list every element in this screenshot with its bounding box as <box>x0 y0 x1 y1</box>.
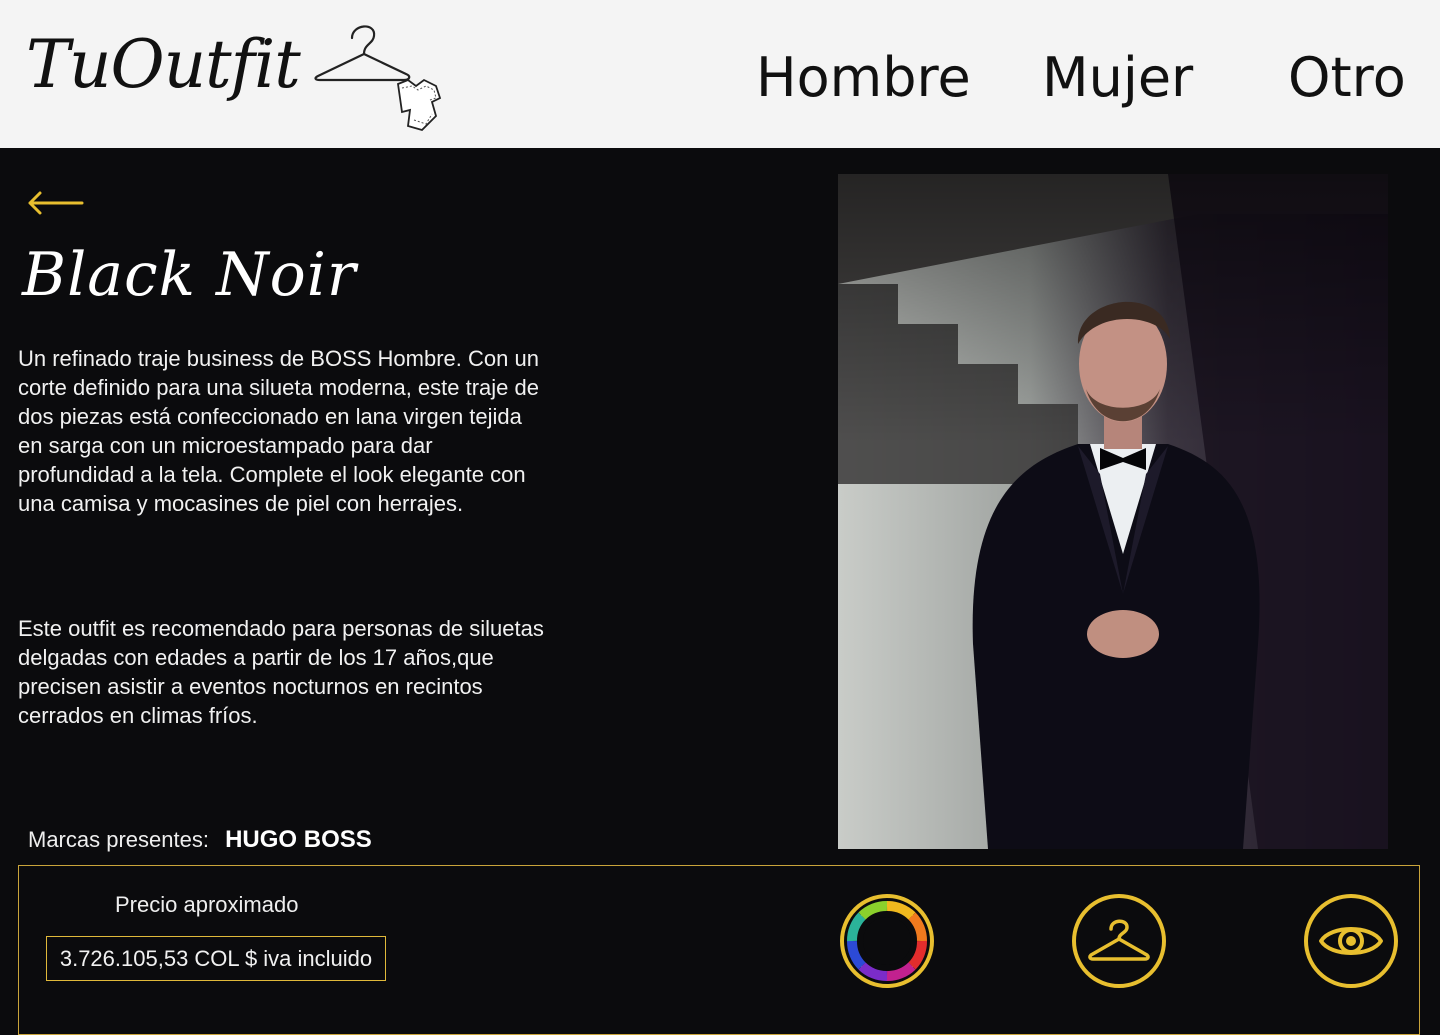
header: TuOutfit Hombre Mujer Otro <box>0 0 1440 148</box>
price-value: 3.726.105,53 COL $ iva incluido <box>46 936 386 981</box>
hanger-logo-icon <box>314 25 442 132</box>
outfit-title: Black Noir <box>22 240 357 310</box>
nav-hombre[interactable]: Hombre <box>756 46 971 109</box>
back-arrow-icon[interactable] <box>26 186 86 220</box>
price-panel: Precio aproximado 3.726.105,53 COL $ iva… <box>18 865 1420 1035</box>
nav-mujer[interactable]: Mujer <box>1042 46 1193 109</box>
nav-otro[interactable]: Otro <box>1288 46 1406 109</box>
brands-label: Marcas presentes: <box>28 827 209 852</box>
logo-text[interactable]: TuOutfit <box>26 26 301 103</box>
brands-value[interactable]: HUGO BOSS <box>225 826 372 853</box>
brands-row: Marcas presentes: HUGO BOSS <box>28 826 372 854</box>
outfit-photo <box>838 174 1388 849</box>
outfit-recommendation: Este outfit es recomendado para personas… <box>18 616 544 728</box>
price-label: Precio aproximado <box>115 892 299 917</box>
color-wheel-icon[interactable] <box>839 893 935 989</box>
hanger-icon[interactable] <box>1071 893 1167 989</box>
outfit-description: Un refinado traje business de BOSS Hombr… <box>18 346 539 516</box>
outfit-photo-image <box>838 174 1388 849</box>
eye-icon[interactable] <box>1303 893 1399 989</box>
